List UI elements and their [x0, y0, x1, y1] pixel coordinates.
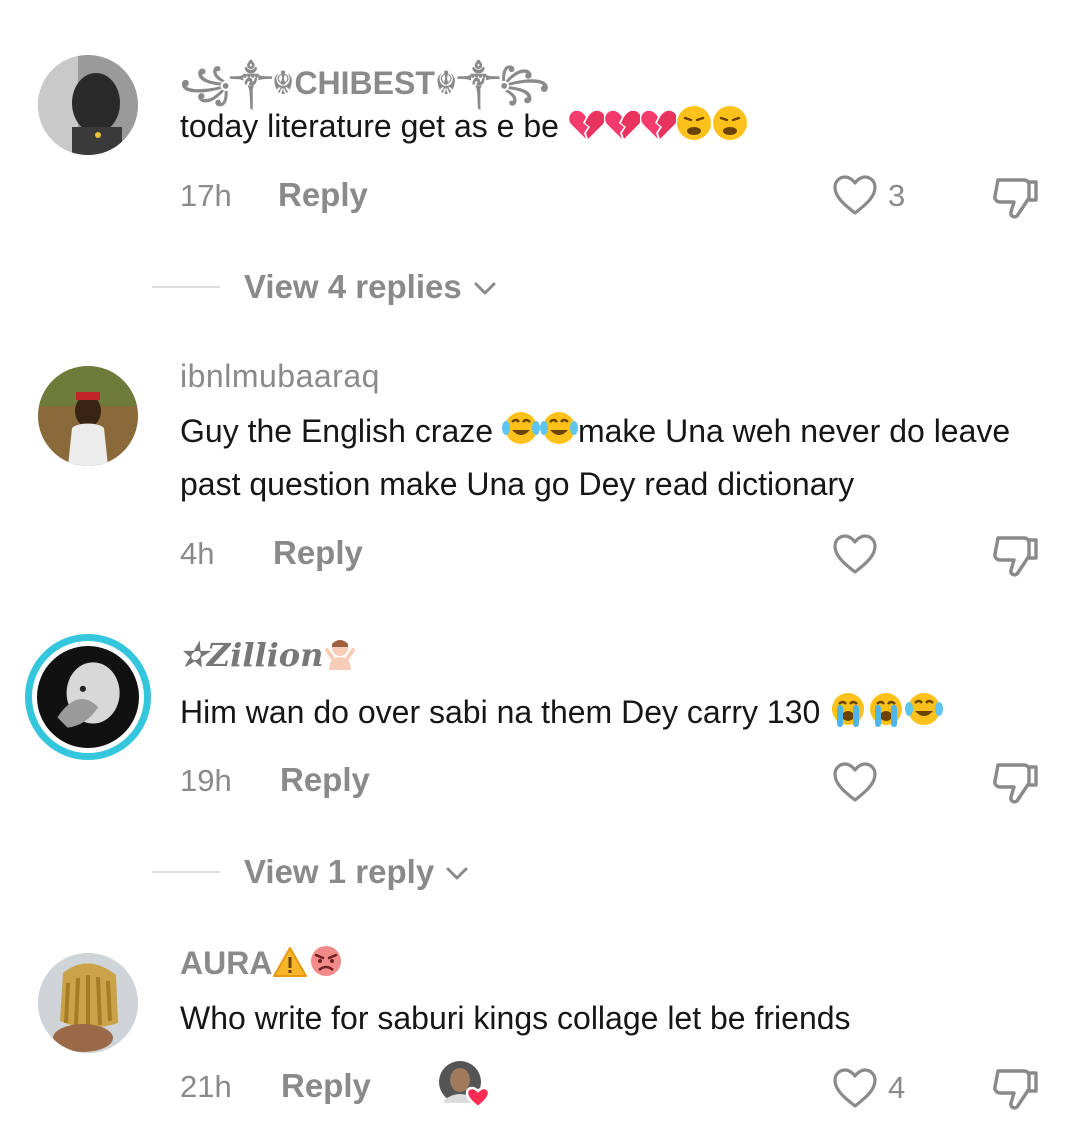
tears-of-joy-emoji: [905, 691, 944, 727]
avatar: [37, 646, 139, 748]
creator-liked-badge: [438, 1060, 492, 1110]
username-text: ✫Zillion: [180, 636, 324, 674]
loudly-crying-emoji: [867, 691, 905, 727]
emoji-group: [568, 105, 748, 144]
chevron-down-icon: [474, 282, 496, 295]
avatar-photo: [38, 55, 138, 155]
angry-face-emoji: [308, 944, 344, 978]
avatar[interactable]: [38, 55, 138, 155]
thumbs-down-icon[interactable]: [990, 532, 1040, 578]
creator-avatar-icon: [439, 1061, 491, 1109]
comment-timestamp: 21h: [180, 1069, 232, 1104]
thumbs-down-icon[interactable]: [990, 759, 1040, 805]
comment-body: Him wan do over sabi na them Dey carry 1…: [180, 694, 821, 730]
thumbs-down-icon[interactable]: [990, 174, 1040, 220]
heart-outline-icon[interactable]: [832, 174, 878, 216]
avatar-photo: [38, 366, 138, 466]
warning-emoji: [272, 946, 308, 978]
reply-button[interactable]: Reply: [273, 534, 363, 572]
avatar-story-ring[interactable]: [25, 634, 151, 760]
username[interactable]: AURA: [180, 944, 344, 982]
avatar[interactable]: [38, 953, 138, 1053]
tears-of-joy-emoji: [501, 410, 540, 446]
reply-button[interactable]: Reply: [280, 761, 370, 799]
comment-text: Guy the English craze make Una weh never…: [180, 405, 1040, 511]
view-replies-button[interactable]: View 4 replies: [244, 268, 496, 306]
broken-heart-emoji: [640, 109, 676, 141]
weary-face-emoji: [712, 105, 748, 141]
avatar[interactable]: [38, 366, 138, 466]
comment-text: today literature get as e be: [180, 100, 1040, 153]
reply-button[interactable]: Reply: [281, 1067, 371, 1105]
heart-outline-icon[interactable]: [832, 533, 878, 575]
thumbs-down-icon[interactable]: [990, 1065, 1040, 1111]
divider: [152, 286, 220, 288]
avatar-photo: [38, 953, 138, 1053]
like-count: 3: [888, 178, 906, 213]
heart-outline-icon[interactable]: [832, 761, 878, 803]
comment-text: Who write for saburi kings collage let b…: [180, 1000, 851, 1036]
comment-text: Him wan do over sabi na them Dey carry 1…: [180, 686, 1040, 739]
avatar-photo: [37, 646, 139, 748]
username-text: AURA: [180, 945, 273, 981]
heart-outline-icon[interactable]: [832, 1067, 878, 1109]
comment-timestamp: 17h: [180, 178, 232, 213]
chevron-down-icon: [446, 867, 468, 880]
view-replies-button[interactable]: View 1 reply: [244, 853, 468, 891]
broken-heart-emoji: [604, 109, 640, 141]
comment-timestamp: 19h: [180, 763, 232, 798]
divider: [152, 871, 220, 873]
weary-face-emoji: [676, 105, 712, 141]
username[interactable]: ibnlmubaaraq: [180, 358, 380, 395]
comment-body-start: Guy the English craze: [180, 413, 494, 449]
comment-timestamp: 4h: [180, 536, 215, 571]
reply-button[interactable]: Reply: [278, 176, 368, 214]
view-replies-label: View 1 reply: [244, 853, 435, 890]
tears-of-joy-emoji: [539, 410, 578, 446]
username[interactable]: ✫Zillion: [180, 636, 357, 674]
view-replies-label: View 4 replies: [244, 268, 462, 305]
person-gesturing-no-emoji: [323, 636, 357, 670]
like-count: 4: [888, 1070, 906, 1105]
loudly-crying-emoji: [829, 691, 867, 727]
comment-body: today literature get as e be: [180, 108, 559, 144]
broken-heart-emoji: [568, 109, 604, 141]
